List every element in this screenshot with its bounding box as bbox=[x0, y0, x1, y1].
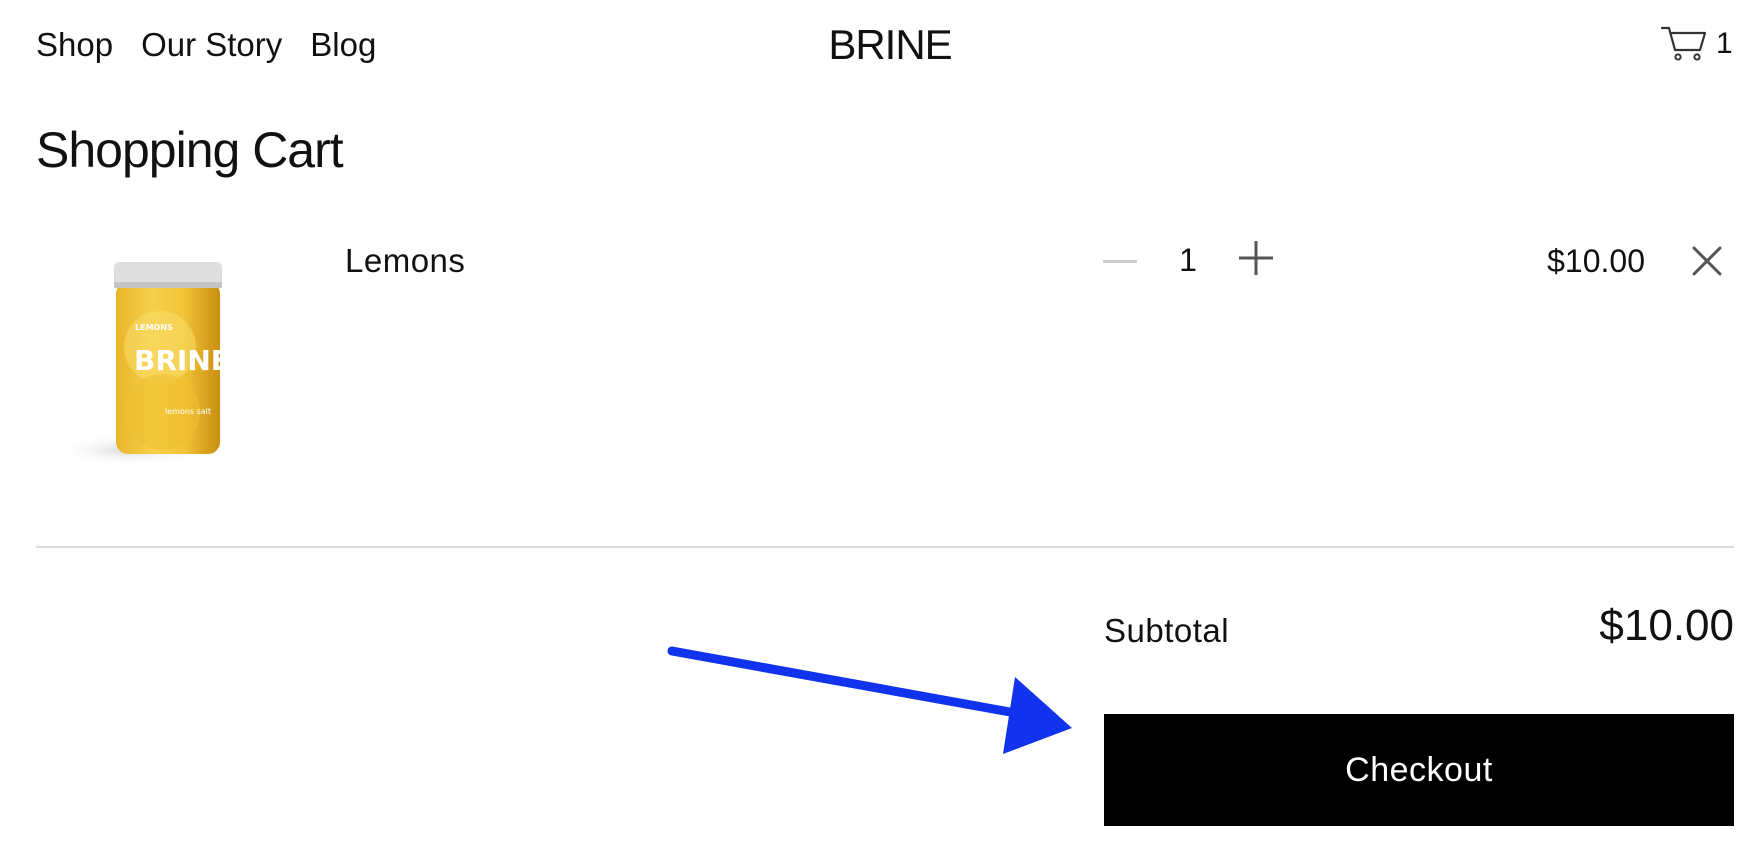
minus-icon bbox=[1103, 251, 1137, 269]
cart-button[interactable]: 1 bbox=[1660, 24, 1733, 64]
plus-icon bbox=[1239, 240, 1273, 280]
close-icon bbox=[1690, 246, 1724, 282]
quantity-stepper: 1 bbox=[1098, 236, 1278, 284]
cart-divider bbox=[36, 546, 1734, 548]
lemons-jar-product-image[interactable]: LEMONS BRINE lemons salt bbox=[50, 262, 250, 492]
product-name[interactable]: Lemons bbox=[345, 238, 465, 284]
svg-text:LEMONS: LEMONS bbox=[135, 323, 173, 332]
remove-item-button[interactable] bbox=[1690, 244, 1724, 278]
page-title: Shopping Cart bbox=[36, 122, 344, 178]
brand-logo[interactable]: BRINE bbox=[0, 20, 1760, 70]
item-price: $10.00 bbox=[1547, 243, 1645, 279]
increase-quantity-button[interactable] bbox=[1234, 236, 1278, 284]
subtotal-label: Subtotal bbox=[1104, 612, 1230, 649]
quantity-value: 1 bbox=[1179, 242, 1197, 278]
decrease-quantity-button[interactable] bbox=[1098, 236, 1142, 284]
svg-text:lemons salt: lemons salt bbox=[165, 407, 211, 416]
checkout-button[interactable]: Checkout bbox=[1104, 714, 1734, 826]
subtotal-value: $10.00 bbox=[1599, 601, 1734, 650]
shopping-cart-icon bbox=[1660, 24, 1708, 64]
cart-count-badge: 1 bbox=[1716, 27, 1733, 60]
svg-text:BRINE: BRINE bbox=[134, 344, 230, 377]
